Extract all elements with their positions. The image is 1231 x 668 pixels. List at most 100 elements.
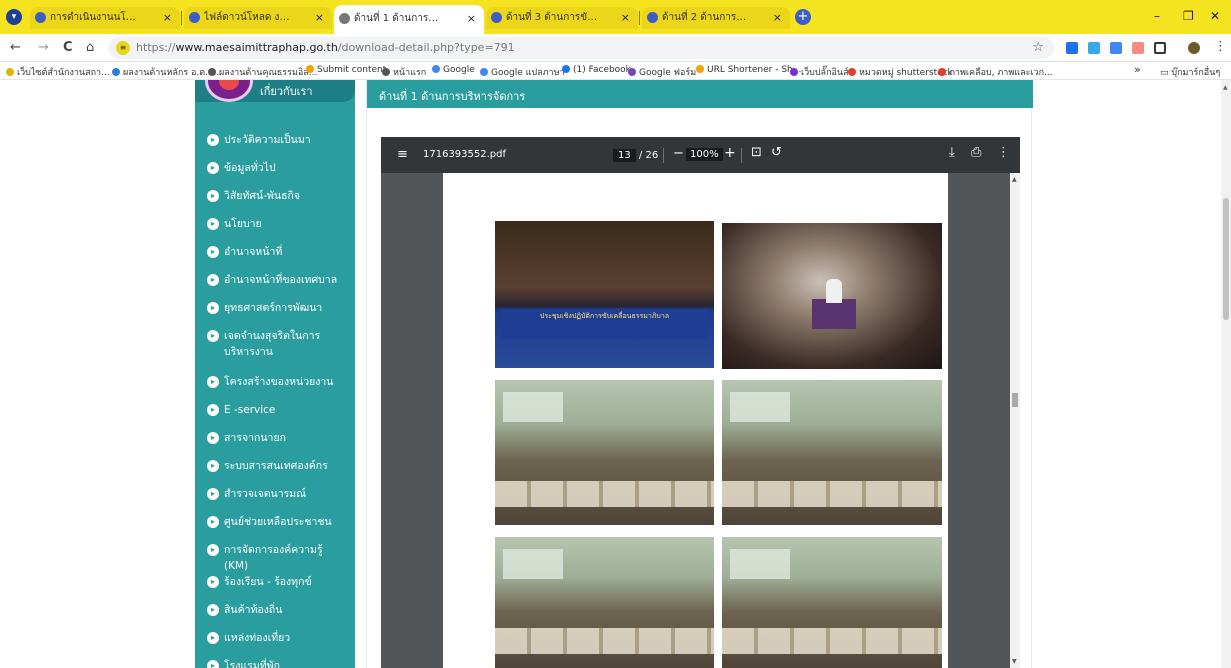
- sidebar-item-complaints[interactable]: ▸ ร้องเรียน - ร้องทุกข์: [195, 574, 355, 602]
- url-host: www.maesaimittraphap.go.th: [175, 41, 338, 54]
- pdf-zoom-input[interactable]: 100%: [686, 148, 723, 161]
- home-icon[interactable]: ⌂: [86, 40, 94, 55]
- tab-title: การดำเนินงานนโยบายด้านการบริ: [50, 12, 140, 23]
- pdf-page-indicator: 13 / 26: [613, 149, 658, 162]
- tab-close-icon[interactable]: ×: [773, 7, 782, 29]
- new-tab-button[interactable]: +: [795, 9, 811, 25]
- poster-banner: ประชุมเชิงปฏิบัติการขับเคลื่อนธรรมาภิบาล: [501, 309, 708, 339]
- bookmarks-overflow-icon[interactable]: »: [1134, 63, 1141, 76]
- bookmark-item[interactable]: เว็บปลั๊กอินส์: [790, 65, 849, 79]
- browser-tab[interactable]: การดำเนินงานนโยบายด้านการบริ ×: [30, 7, 180, 29]
- more-options-icon[interactable]: ⋮: [997, 145, 1010, 160]
- sidebar-item-mayor-message[interactable]: ▸ สารจากนายก: [195, 430, 355, 458]
- bookmark-item[interactable]: ผลงานด้านคุณธรรมอิส...: [208, 65, 317, 79]
- sidebar-item-policy[interactable]: ▸ นโยบาย: [195, 216, 355, 244]
- folder-icon: ▭: [1160, 68, 1172, 78]
- browser-tab-bar: ▾ การดำเนินงานนโยบายด้านการบริ × ไฟล์ดาว…: [0, 0, 1231, 34]
- sidebar-item-local-products[interactable]: ▸ สินค้าท้องถิ่น: [195, 602, 355, 630]
- pdf-scrollbar-thumb[interactable]: [1012, 393, 1018, 407]
- sidebar-item-label: วิสัยทัศน์-พันธกิจ: [224, 190, 301, 202]
- tab-title: ด้านที่ 1 ด้านการบริหารจัดการ: [354, 13, 444, 24]
- sidebar-item-info-system[interactable]: ▸ ระบบสารสนเทศองค์กร: [195, 458, 355, 486]
- tab-close-icon[interactable]: ×: [315, 7, 324, 29]
- scroll-up-icon[interactable]: ▲: [1223, 84, 1228, 91]
- bookmark-label: ผลงานด้านคุณธรรมอิส...: [219, 68, 318, 78]
- maximize-icon[interactable]: ❐: [1183, 9, 1194, 23]
- sidebar-item-strategy[interactable]: ▸ ยุทธศาสตร์การพัฒนา: [195, 300, 355, 328]
- sidebar-item-municipal-authority[interactable]: ▸ อำนาจหน้าที่ของเทศบาล: [195, 272, 355, 300]
- extension-icon[interactable]: [1088, 42, 1100, 54]
- browser-tab[interactable]: ด้านที่ 3 ด้านการขับเคลื่อนธรรมาภ ×: [486, 7, 638, 29]
- arrow-circle-icon: ▸: [207, 246, 219, 258]
- bookmark-favicon-icon: [790, 68, 798, 76]
- arrow-circle-icon: ▸: [207, 330, 219, 342]
- scroll-up-icon[interactable]: ▲: [1012, 176, 1017, 183]
- bookmark-item[interactable]: Google ฟอร์ม: [628, 65, 696, 79]
- bookmark-item[interactable]: หน้าแรก: [382, 65, 426, 79]
- zoom-in-icon[interactable]: +: [724, 145, 736, 161]
- bookmark-favicon-icon: [208, 68, 216, 76]
- sidebar-item-help-center[interactable]: ▸ ศูนย์ช่วยเหลือประชาชน: [195, 514, 355, 542]
- back-icon[interactable]: ←: [10, 40, 21, 55]
- tab-close-icon[interactable]: ×: [621, 7, 630, 29]
- pdf-menu-icon[interactable]: ≡: [397, 147, 408, 162]
- sidebar-item-attractions[interactable]: ▸ แหล่งท่องเที่ยว: [195, 630, 355, 658]
- pdf-scrollbar[interactable]: ▲ ▼: [1010, 173, 1020, 668]
- zoom-out-icon[interactable]: −: [673, 146, 684, 161]
- extension-icon[interactable]: [1132, 42, 1144, 54]
- main-content: ด้านที่ 1 ด้านการบริหารจัดการ ≡ 17163935…: [366, 80, 1033, 668]
- tab-favicon-icon: [189, 12, 200, 23]
- meeting-poster-photo: ประชุมเชิงปฏิบัติการขับเคลื่อนธรรมาภิบาล: [495, 221, 714, 368]
- url-bar[interactable]: ≡ https://www.maesaimittraphap.go.th/dow…: [108, 37, 1054, 59]
- browser-menu-icon[interactable]: ⋮: [1214, 39, 1227, 54]
- bookmark-favicon-icon: [562, 65, 570, 73]
- print-icon[interactable]: ⎙: [971, 145, 981, 160]
- extensions-puzzle-icon[interactable]: [1154, 42, 1166, 54]
- profile-avatar[interactable]: [1188, 42, 1200, 54]
- sidebar-item-integrity[interactable]: ▸ เจตจำนงสุจริตในการบริหารงาน: [195, 328, 355, 374]
- bookmark-item[interactable]: Google แปลภาษา: [480, 65, 565, 79]
- sidebar-item-label: สินค้าท้องถิ่น: [224, 604, 283, 616]
- arrow-circle-icon: ▸: [207, 302, 219, 314]
- sidebar-item-km[interactable]: ▸ การจัดการองค์ความรู้ (KM): [195, 542, 355, 574]
- bookmark-item[interactable]: Google: [432, 65, 475, 75]
- extension-icon[interactable]: [1066, 42, 1078, 54]
- scroll-down-icon[interactable]: ▼: [1012, 658, 1017, 665]
- tab-search-icon[interactable]: ▾: [6, 9, 22, 25]
- bookmark-item[interactable]: ภาพเคลือบ, ภาพและเวก...: [938, 65, 1053, 79]
- bookmark-item[interactable]: Submit content: [306, 65, 386, 75]
- browser-tab[interactable]: ด้านที่ 2 ด้านการจัดการของเงินหรื ×: [642, 7, 790, 29]
- bookmark-label: ภาพเคลือบ, ภาพและเวก...: [949, 68, 1053, 78]
- tab-close-icon[interactable]: ×: [467, 5, 476, 32]
- bookmark-item[interactable]: ผลงานด้านหลักร อ.ต.ล...: [112, 65, 222, 79]
- close-window-icon[interactable]: ✕: [1210, 9, 1220, 23]
- forward-icon[interactable]: →: [38, 40, 49, 55]
- extension-icon[interactable]: [1110, 42, 1122, 54]
- bookmark-item[interactable]: เว็บไซต์สำนักงานสถา...: [6, 65, 110, 79]
- sidebar-item-survey[interactable]: ▸ สำรวจเจตนารมณ์: [195, 486, 355, 514]
- sidebar-item-structure[interactable]: ▸ โครงสร้างของหน่วยงาน: [195, 374, 355, 402]
- sidebar-item-history[interactable]: ▸ ประวัติความเป็นมา: [195, 132, 355, 160]
- sidebar-item-e-service[interactable]: ▸ E -service: [195, 402, 355, 430]
- sidebar-item-general-info[interactable]: ▸ ข้อมูลทั่วไป: [195, 160, 355, 188]
- pdf-page-input[interactable]: 13: [613, 149, 636, 162]
- browser-tab[interactable]: ไฟล์ดาวน์โหลด งานสาธารณสุขและสิ่ง ×: [184, 7, 332, 29]
- sidebar-item-authority[interactable]: ▸ อำนาจหน้าที่: [195, 244, 355, 272]
- pdf-viewer[interactable]: ≡ 1716393552.pdf 13 / 26 − 100% + ⊡ ↺ ⤓ …: [381, 137, 1020, 668]
- sidebar-item-hotels[interactable]: ▸ โรงแรมที่พัก: [195, 658, 355, 668]
- bookmark-item[interactable]: URL Shortener - Sh...: [696, 65, 801, 75]
- sidebar-item-vision-mission[interactable]: ▸ วิสัยทัศน์-พันธกิจ: [195, 188, 355, 216]
- page-scrollbar-thumb[interactable]: [1223, 198, 1229, 320]
- site-info-icon[interactable]: ≡: [116, 41, 130, 55]
- bookmark-star-icon[interactable]: ☆: [1032, 40, 1044, 55]
- tab-close-icon[interactable]: ×: [163, 7, 172, 29]
- minimize-icon[interactable]: –: [1154, 9, 1160, 23]
- page-scrollbar[interactable]: ▲: [1221, 80, 1231, 668]
- rotate-icon[interactable]: ↺: [771, 145, 782, 160]
- download-icon[interactable]: ⤓: [949, 145, 955, 160]
- reload-icon[interactable]: C: [63, 40, 73, 55]
- bookmark-item[interactable]: (1) Facebook: [562, 65, 631, 75]
- fit-page-icon[interactable]: ⊡: [751, 145, 762, 160]
- other-bookmarks-folder[interactable]: ▭ บุ๊กมาร์กอื่นๆ: [1160, 65, 1220, 79]
- browser-tab-active[interactable]: ด้านที่ 1 ด้านการบริหารจัดการ ×: [334, 5, 484, 34]
